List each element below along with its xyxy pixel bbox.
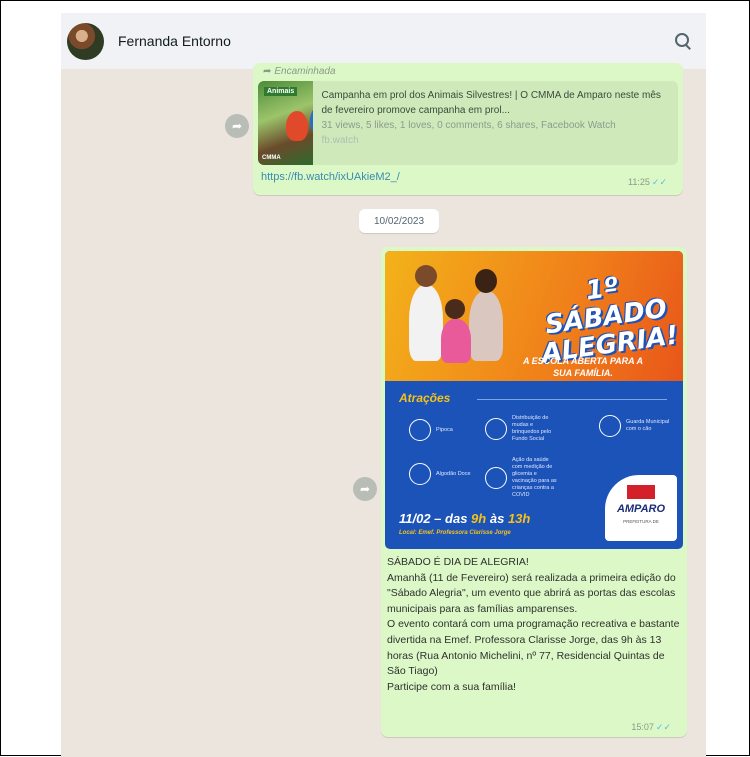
attraction-label: Distribuição de mudas e brinquedos pelo … bbox=[512, 415, 552, 442]
message-time: 15:07 ✓✓ bbox=[631, 722, 671, 733]
message-time-text: 11:25 bbox=[628, 177, 650, 187]
attraction-label: Algodão Doce bbox=[436, 470, 471, 477]
flag-icon bbox=[627, 485, 655, 499]
parrot-image bbox=[286, 111, 308, 141]
contact-name[interactable]: Fernanda Entorno bbox=[118, 33, 231, 49]
flyer-subtitle: A ESCOLA ABERTA PARA A SUA FAMÍLIA. bbox=[522, 356, 643, 378]
flyer-section-title: Atrações bbox=[399, 391, 451, 405]
image-share-icon[interactable]: ➦ bbox=[353, 477, 377, 501]
caption-line: O evento contará com uma programação rec… bbox=[387, 618, 680, 678]
attraction-toys: Distribuição de mudas e brinquedos pelo … bbox=[485, 415, 560, 443]
chat-window: Fernanda Entorno ➦ ➦ Encaminhada Animais … bbox=[61, 13, 706, 757]
family-photo bbox=[399, 259, 519, 381]
chat-header: Fernanda Entorno bbox=[61, 13, 706, 69]
caption-line: Amanhã (11 de Fevereiro) será realizada … bbox=[387, 571, 676, 615]
forwarded-label: ➦ Encaminhada bbox=[263, 66, 336, 77]
link-preview-text: Campanha em prol dos Animais Silvestres!… bbox=[313, 81, 678, 165]
read-ticks-icon: ✓✓ bbox=[651, 177, 667, 187]
message-time-text: 15:07 bbox=[631, 722, 654, 732]
flyer-location: Local: Emef. Professora Clarisse Jorge bbox=[399, 530, 511, 536]
screenshot-frame: Fernanda Entorno ➦ ➦ Encaminhada Animais … bbox=[0, 0, 750, 757]
contact-avatar[interactable] bbox=[67, 22, 104, 60]
date-prefix: 11/02 – das bbox=[399, 511, 468, 526]
section-divider bbox=[477, 399, 667, 400]
dog-icon bbox=[599, 415, 621, 437]
logo-small-text: PREFEITURA DE bbox=[623, 519, 659, 524]
forwarded-message-bubble[interactable]: ➦ Encaminhada Animais CMMA Campanha em pr… bbox=[253, 63, 683, 195]
search-icon[interactable] bbox=[672, 30, 694, 52]
image-message-bubble[interactable]: 1º SÁBADO ALEGRIA! A ESCOLA ABERTA PARA … bbox=[381, 247, 687, 737]
popcorn-icon bbox=[409, 419, 431, 441]
attraction-guard: Guarda Municipal com o cão bbox=[599, 415, 674, 437]
image-caption: SÁBADO É DIA DE ALEGRIA! Amanhã (11 de F… bbox=[387, 555, 683, 695]
date-mid: às bbox=[489, 511, 505, 526]
thumb-foot: CMMA bbox=[262, 155, 281, 161]
message-link[interactable]: https://fb.watch/ixUAkieM2_/ bbox=[261, 171, 400, 183]
forward-share-icon[interactable]: ➦ bbox=[225, 114, 249, 138]
link-preview-thumbnail: Animais CMMA bbox=[258, 81, 314, 165]
bird-image bbox=[310, 107, 314, 135]
attraction-health: Ação da saúde com medição de glicemia e … bbox=[485, 457, 560, 499]
attraction-popcorn: Pipoca bbox=[409, 419, 484, 441]
event-flyer-image[interactable]: 1º SÁBADO ALEGRIA! A ESCOLA ABERTA PARA … bbox=[385, 251, 683, 549]
prefeitura-logo: AMPARO PREFEITURA DE bbox=[605, 475, 677, 541]
person-child bbox=[441, 319, 471, 363]
shirt-icon bbox=[485, 418, 507, 440]
person-father bbox=[409, 285, 443, 361]
forward-arrow-icon: ➦ bbox=[263, 66, 272, 77]
date-divider: 10/02/2023 bbox=[359, 209, 439, 233]
attraction-label: Pipoca bbox=[436, 426, 453, 433]
link-preview-title: Campanha em prol dos Animais Silvestres!… bbox=[321, 90, 661, 116]
thumb-tag: Animais bbox=[264, 87, 298, 96]
person-child-head bbox=[445, 299, 465, 319]
person-mother bbox=[469, 291, 503, 361]
link-preview-stats: 31 views, 5 likes, 1 loves, 0 comments, … bbox=[321, 120, 616, 131]
caption-line: Participe com a sua família! bbox=[387, 680, 516, 693]
attraction-cotton-candy: Algodão Doce bbox=[409, 463, 484, 485]
attraction-label: Guarda Municipal com o cão bbox=[626, 419, 670, 432]
forwarded-text: Encaminhada bbox=[274, 66, 336, 77]
person-father-head bbox=[415, 265, 437, 287]
logo-text: AMPARO bbox=[616, 503, 666, 515]
link-preview-source: fb.watch bbox=[321, 135, 359, 146]
caption-line: SÁBADO É DIA DE ALEGRIA! bbox=[387, 556, 529, 568]
syringe-icon bbox=[485, 467, 507, 489]
message-time: 11:25 ✓✓ bbox=[628, 177, 667, 188]
hour-end: 13h bbox=[507, 511, 531, 526]
link-preview-card[interactable]: Animais CMMA Campanha em prol dos Animai… bbox=[258, 81, 678, 165]
person-mother-head bbox=[475, 269, 497, 293]
flyer-date: 11/02 – das 9h às 13h bbox=[399, 511, 530, 526]
attraction-label: Ação da saúde com medição de glicemia e … bbox=[512, 457, 557, 498]
read-ticks-icon: ✓✓ bbox=[655, 722, 671, 732]
cotton-candy-icon bbox=[409, 463, 431, 485]
hour-start: 9h bbox=[471, 511, 487, 526]
